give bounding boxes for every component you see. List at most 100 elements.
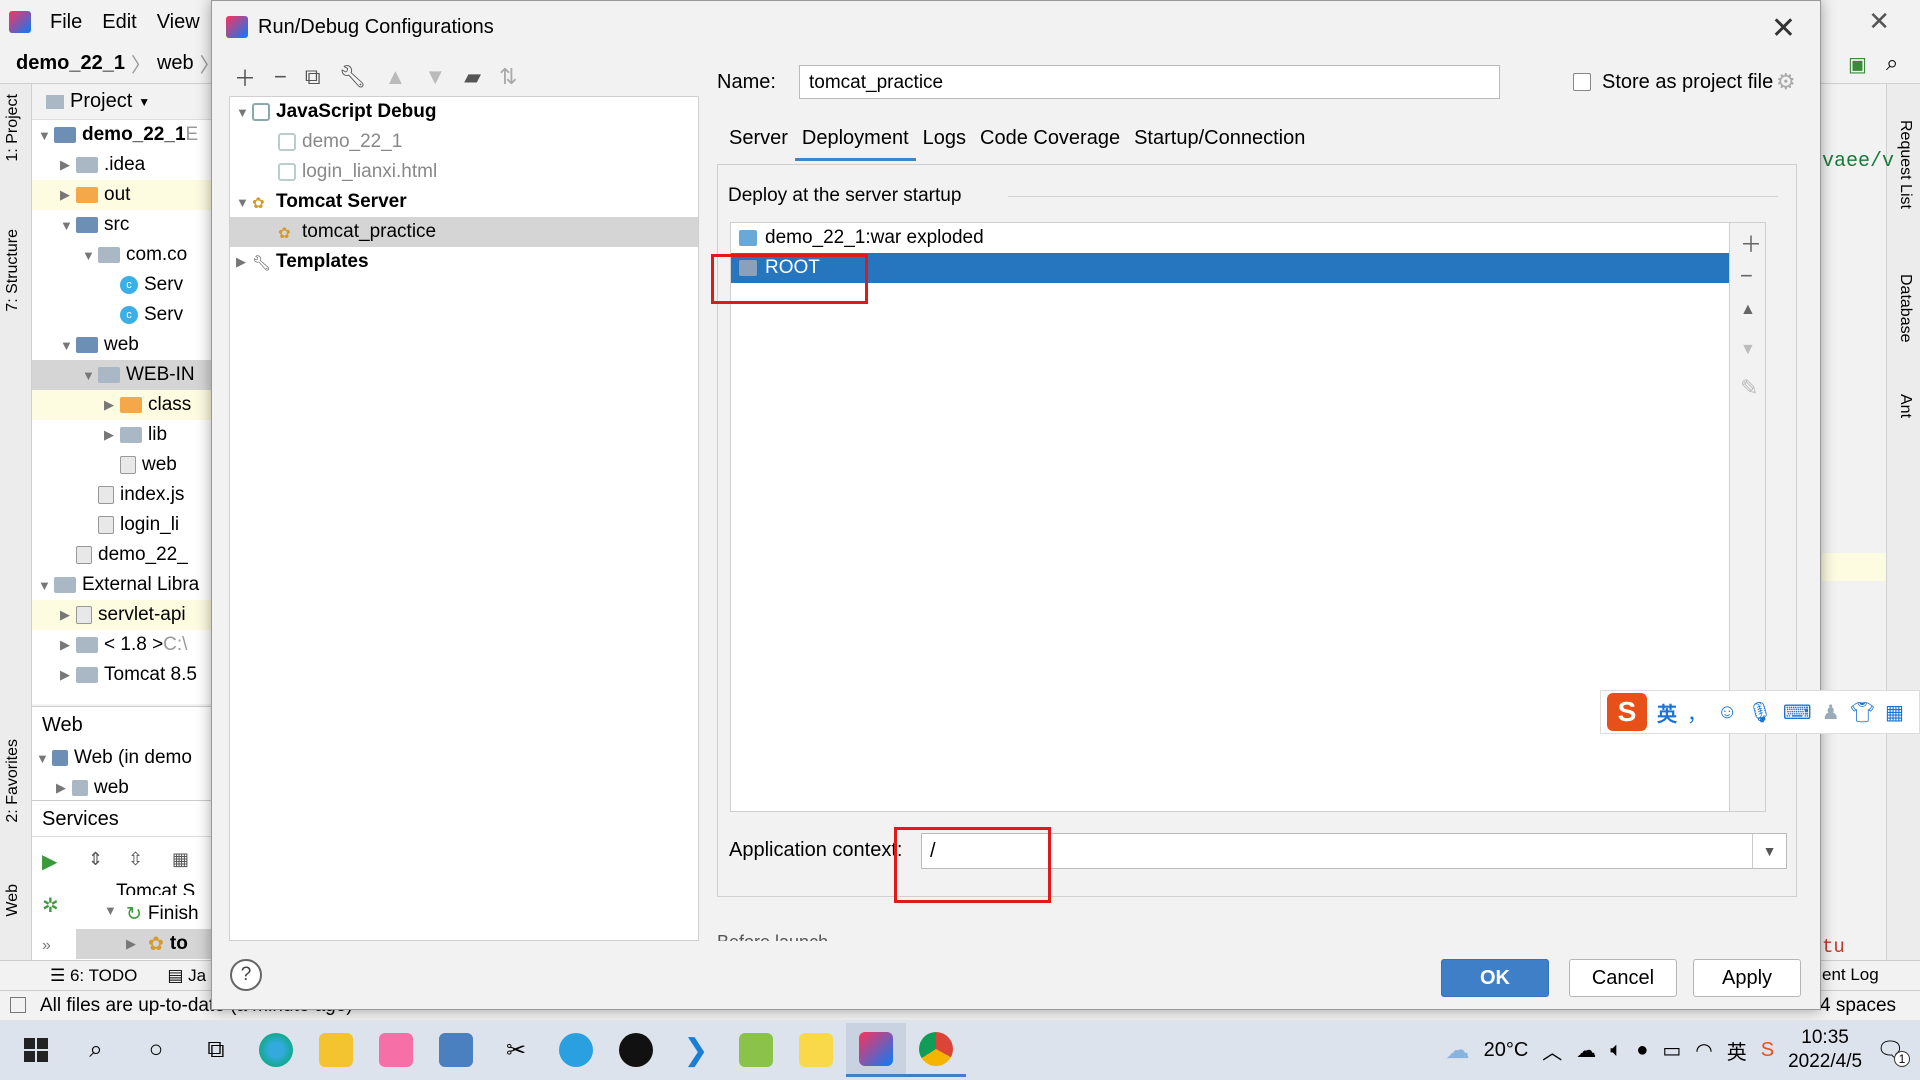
wrench-icon[interactable]: 🔧︎ [339,64,367,90]
project-header[interactable]: Project [70,90,132,113]
cloud-icon[interactable]: ☁ [1576,1038,1596,1063]
help-button[interactable]: ? [230,959,262,991]
chrome-icon[interactable] [906,1023,966,1077]
tree-tomcat-server[interactable]: ▼ ✿ Tomcat Server [230,187,698,217]
tab-java[interactable]: ▤ Ja [167,966,206,986]
ime-punct[interactable]: ， [1687,698,1707,727]
help-app-icon[interactable] [786,1023,846,1077]
project-tree-item[interactable]: ▶ lib [32,420,212,450]
group-icon[interactable]: ▦ [172,849,189,870]
windows-start-icon[interactable] [6,1023,66,1077]
project-tree-item[interactable]: ▶ Tomcat 8.5 [32,660,212,690]
project-tree-item[interactable]: ▶ out [32,180,212,210]
vscode-icon[interactable]: ❯ [666,1023,726,1077]
tree-item-selected[interactable]: ✿ tomcat_practice [230,217,698,247]
event-log-tab[interactable]: ent Log [1822,965,1879,985]
ide-close-icon[interactable]: ✕ [1868,6,1890,37]
add-icon[interactable]: ＋ [234,61,256,93]
app-circle-icon[interactable] [606,1023,666,1077]
remove-icon[interactable]: − [274,64,287,90]
status-toggle-icon[interactable] [10,997,26,1013]
mic-icon[interactable]: 🎙︎ [1747,700,1772,725]
task-view-icon[interactable]: ⧉ [186,1023,246,1077]
project-tree-item[interactable]: ▼ com.co [32,240,212,270]
tab-project[interactable]: 1: Project [4,94,22,162]
services-item-to[interactable]: ▶ ✿ to [76,929,212,959]
project-tree-item[interactable]: ▼ demo_22_1 E [32,120,212,150]
debug-icon[interactable]: ✲ [42,893,59,918]
tab-request-list[interactable]: Request List [1896,120,1914,209]
tab-structure[interactable]: 7: Structure [4,229,22,312]
gear-icon[interactable]: ⚙ [1776,69,1796,95]
collapse-all-icon[interactable]: ⇳ [128,849,143,870]
menu-file[interactable]: File [40,11,92,34]
breadcrumb-web[interactable]: web [157,52,194,75]
weather-temp[interactable]: 20°C [1484,1039,1529,1062]
project-tree-item[interactable]: ▶ class [32,390,212,420]
chevron-down-icon[interactable]: ▼ [138,95,150,109]
browser-icon[interactable] [546,1023,606,1077]
project-tree-item[interactable]: index.js [32,480,212,510]
store-label[interactable]: Store as project file [1602,71,1773,94]
close-icon[interactable]: ✕ [1771,11,1796,46]
add-icon[interactable]: ＋ [1740,227,1762,259]
edge-icon[interactable] [246,1023,306,1077]
move-down-icon[interactable]: ▼ [1740,341,1756,359]
emoji-icon[interactable]: ☺ [1717,701,1737,724]
copy-icon[interactable]: ⧉ [305,64,321,90]
file-explorer-icon[interactable] [306,1023,366,1077]
apply-button[interactable]: Apply [1693,959,1801,997]
tree-item[interactable]: login_lianxi.html [230,157,698,187]
project-tree-item[interactable]: ▶ < 1.8 > C:\ [32,630,212,660]
project-tree-item[interactable]: c Serv [32,300,212,330]
search-icon[interactable]: ⌕ [1886,50,1898,76]
project-tree-item[interactable]: demo_22_ [32,540,212,570]
cortana-icon[interactable]: ○ [126,1023,186,1077]
tab-code-coverage[interactable]: Code Coverage [973,121,1127,161]
bilibili-icon[interactable] [366,1023,426,1077]
tree-js-debug[interactable]: ▼ JavaScript Debug [230,97,698,127]
grid-icon[interactable]: ▦ [1885,700,1904,725]
ime-tray-icon[interactable]: 英 [1727,1036,1747,1065]
services-item-finish[interactable]: ▼ ↻ Finish [104,903,199,926]
edit-icon[interactable]: ✎ [1740,375,1758,401]
cancel-button[interactable]: Cancel [1569,959,1677,997]
chevron-up-icon[interactable]: ︿ [1542,1036,1562,1065]
remove-icon[interactable]: − [1740,263,1753,289]
run-icon[interactable]: ▶ [42,849,57,874]
move-down-icon[interactable]: ▼ [424,64,446,90]
name-field[interactable]: tomcat_practice [799,65,1500,99]
project-tree-item[interactable]: ▼ External Libra [32,570,212,600]
project-tree-item[interactable]: web [32,450,212,480]
volume-icon[interactable]: 🔈︎ [1610,1039,1622,1062]
project-tree-item[interactable]: ▼ src [32,210,212,240]
tab-deployment[interactable]: Deployment [794,121,916,161]
tab-todo[interactable]: ☰ 6: TODO [50,966,137,986]
tab-server[interactable]: Server [722,121,795,161]
sogou-tray-icon[interactable]: S [1761,1039,1774,1062]
battery-icon[interactable]: ▭ [1662,1038,1681,1063]
intellij-icon[interactable] [846,1023,906,1077]
tools-icon[interactable]: ✂ [486,1023,546,1077]
project-tree-item[interactable]: c Serv [32,270,212,300]
project-tree-item[interactable]: ▼ web [32,330,212,360]
tree-templates[interactable]: ▶ 🔧︎ Templates [230,247,698,277]
tab-startup-connection[interactable]: Startup/Connection [1127,121,1312,161]
run-config-icon[interactable]: ▣ [1848,52,1867,77]
web-panel-item[interactable]: ▼ Web (in demo [32,743,212,773]
skin-icon[interactable]: 👕︎ [1850,700,1875,725]
indent-status[interactable]: 4 spaces [1820,995,1896,1017]
move-up-icon[interactable]: ▲ [385,64,407,90]
sort-icon[interactable]: ⇅ [499,64,517,90]
ime-lang[interactable]: 英 [1657,698,1677,727]
search-icon[interactable]: ⌕ [66,1023,126,1077]
project-tree-item[interactable]: login_li [32,510,212,540]
store-checkbox[interactable] [1573,73,1591,91]
project-tree-item[interactable]: ▶ .idea [32,150,212,180]
app-window-icon[interactable] [426,1023,486,1077]
deploy-item[interactable]: ROOT [731,253,1729,283]
chevron-down-icon[interactable]: ▼ [1752,834,1786,868]
expand-all-icon[interactable]: ⇕ [88,849,103,870]
keyboard-icon[interactable]: ⌨ [1783,700,1812,725]
breadcrumb-project[interactable]: demo_22_1 [16,52,125,75]
